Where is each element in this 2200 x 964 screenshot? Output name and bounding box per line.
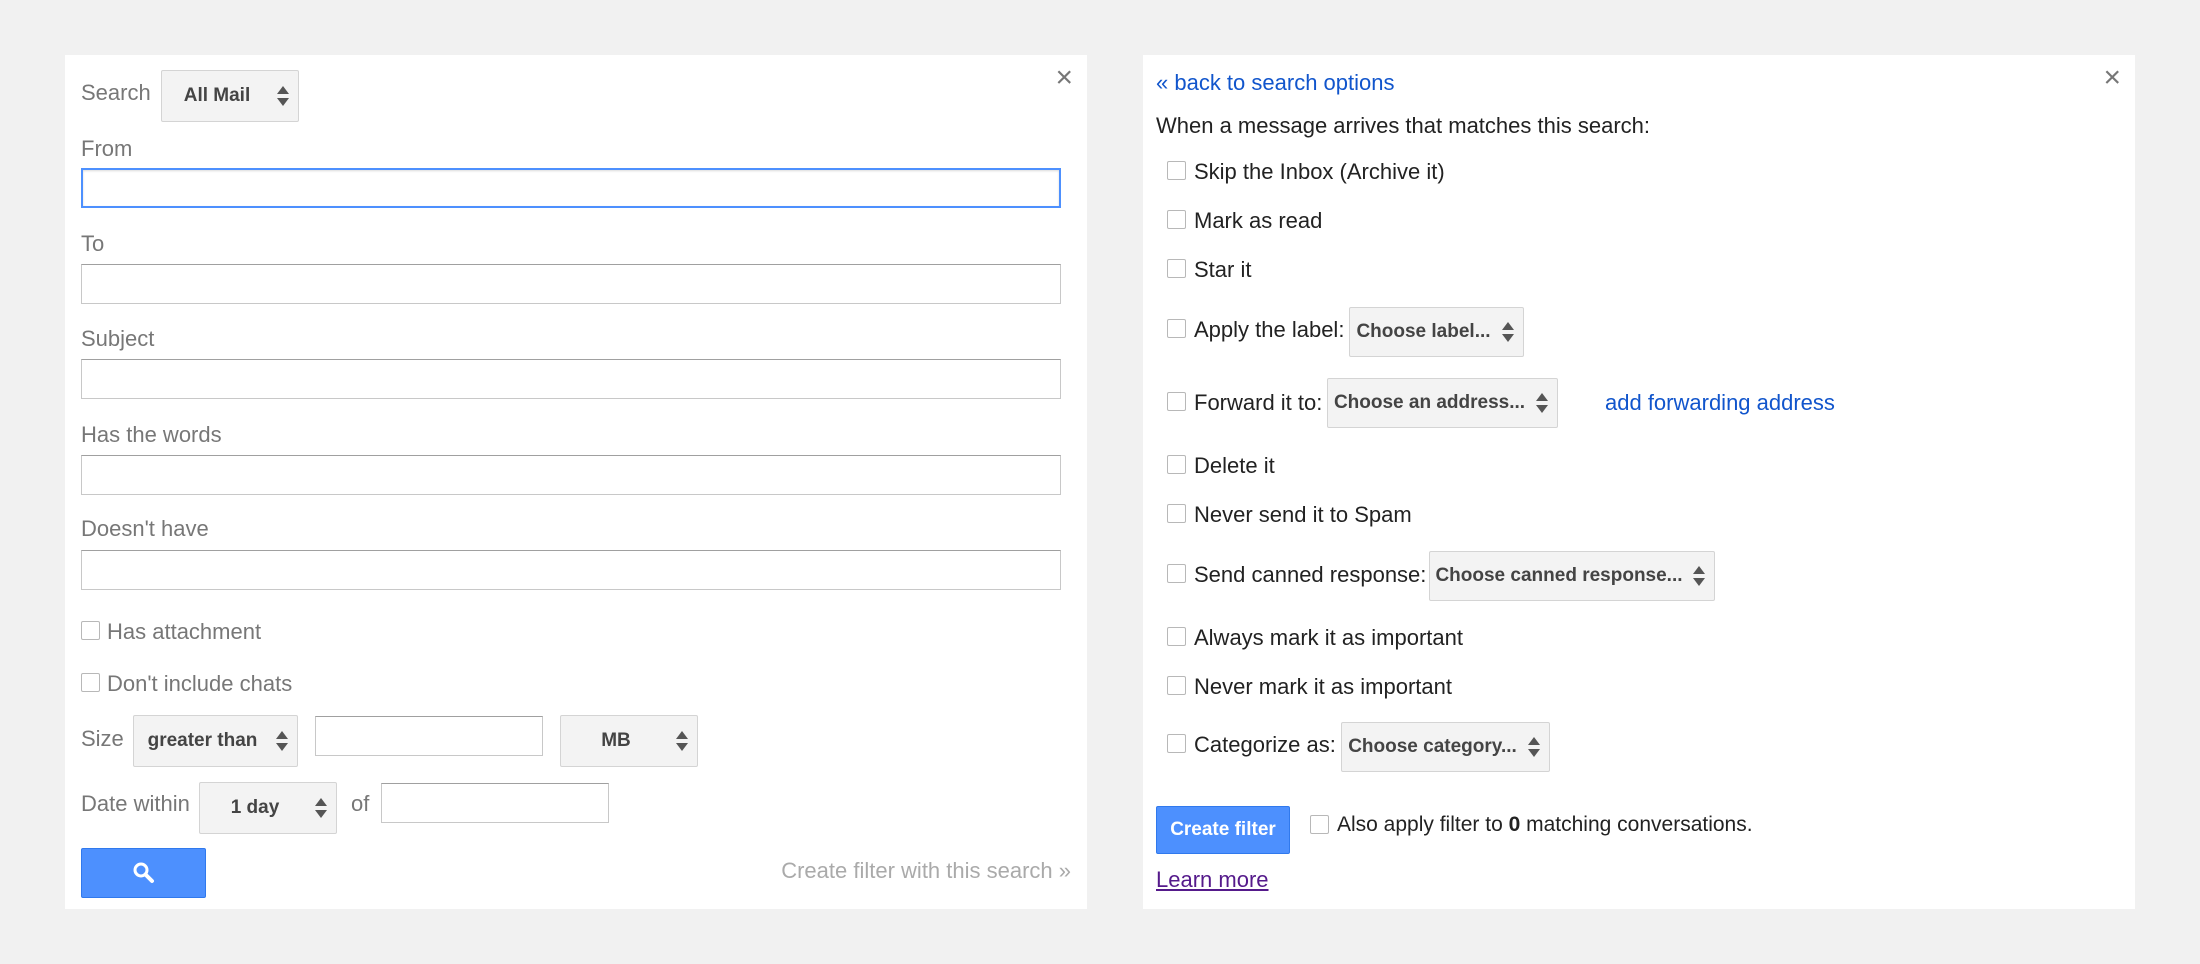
canned-response-checkbox[interactable] [1167, 564, 1186, 583]
no-chats-label: Don't include chats [107, 671, 293, 696]
from-field[interactable] [81, 168, 1061, 208]
never-important-checkbox[interactable] [1167, 676, 1186, 695]
size-label: Size [81, 726, 124, 751]
date-field[interactable] [381, 783, 609, 823]
forward-address-select[interactable]: Choose an address... [1327, 378, 1558, 428]
never-spam-label: Never send it to Spam [1194, 502, 1412, 527]
star-label: Star it [1194, 257, 1252, 282]
size-operator-select[interactable]: greater than [133, 715, 298, 767]
search-scope-label: Search [81, 80, 151, 105]
learn-more-link[interactable]: Learn more [1156, 867, 1269, 893]
star-checkbox[interactable] [1167, 259, 1186, 278]
always-important-label: Always mark it as important [1194, 625, 1463, 650]
create-filter-button[interactable]: Create filter [1156, 806, 1290, 854]
category-select[interactable]: Choose category... [1341, 722, 1550, 772]
also-apply-suffix: matching conversations. [1520, 813, 1753, 836]
subject-label: Subject [81, 326, 155, 351]
canned-response-label: Send canned response: [1194, 562, 1427, 587]
canned-response-select[interactable]: Choose canned response... [1429, 551, 1715, 601]
category-select-value: Choose category... [1348, 736, 1517, 757]
search-button[interactable] [81, 848, 206, 898]
forward-checkbox[interactable] [1167, 392, 1186, 411]
also-apply-prefix: Also apply filter to [1337, 813, 1509, 836]
has-words-field[interactable] [81, 455, 1061, 495]
filter-actions-panel: × « back to search options When a messag… [1143, 55, 2135, 909]
matching-count: 0 [1508, 813, 1521, 836]
also-apply-label: Also apply filter to 0 matching conversa… [1337, 813, 1753, 837]
close-icon[interactable]: × [2103, 63, 2121, 93]
select-arrows-icon [1528, 736, 1540, 758]
date-within-value: 1 day [230, 797, 280, 818]
skip-inbox-label: Skip the Inbox (Archive it) [1194, 159, 1445, 184]
size-value-field[interactable] [315, 716, 543, 756]
search-icon [133, 862, 154, 883]
mark-read-checkbox[interactable] [1167, 210, 1186, 229]
canned-response-value: Choose canned response... [1435, 565, 1683, 586]
from-label: From [81, 136, 133, 161]
delete-label: Delete it [1194, 453, 1275, 478]
mark-read-label: Mark as read [1194, 208, 1323, 233]
forward-address-value: Choose an address... [1333, 392, 1526, 413]
of-label: of [351, 791, 370, 816]
always-important-checkbox[interactable] [1167, 627, 1186, 646]
create-filter-link[interactable]: Create filter with this search » [781, 858, 1071, 884]
size-operator-value: greater than [147, 730, 258, 751]
filter-heading: When a message arrives that matches this… [1156, 113, 1650, 138]
subject-field[interactable] [81, 359, 1061, 399]
has-attachment-label: Has attachment [107, 619, 262, 644]
forward-label: Forward it to: [1194, 390, 1323, 415]
select-arrows-icon [1536, 392, 1548, 414]
no-chats-checkbox[interactable] [81, 673, 100, 692]
skip-inbox-checkbox[interactable] [1167, 161, 1186, 180]
date-within-label: Date within [81, 791, 190, 816]
categorize-label: Categorize as: [1194, 732, 1336, 757]
size-unit-value: MB [601, 730, 631, 751]
search-options-panel: × Search All Mail From To Subject Has th… [65, 55, 1087, 909]
to-field[interactable] [81, 264, 1061, 304]
select-arrows-icon [1502, 321, 1514, 343]
select-arrows-icon [1693, 565, 1705, 587]
date-within-select[interactable]: 1 day [199, 782, 337, 834]
back-to-search-link[interactable]: « back to search options [1156, 70, 1394, 96]
doesnt-have-label: Doesn't have [81, 516, 209, 541]
delete-checkbox[interactable] [1167, 455, 1186, 474]
select-arrows-icon [276, 730, 288, 752]
apply-label-checkbox[interactable] [1167, 319, 1186, 338]
has-words-label: Has the words [81, 422, 222, 447]
label-select-value: Choose label... [1356, 321, 1491, 342]
never-important-label: Never mark it as important [1194, 674, 1452, 699]
never-spam-checkbox[interactable] [1167, 504, 1186, 523]
has-attachment-checkbox[interactable] [81, 621, 100, 640]
add-forwarding-address-link[interactable]: add forwarding address [1605, 390, 1835, 416]
close-icon[interactable]: × [1055, 63, 1073, 93]
categorize-checkbox[interactable] [1167, 734, 1186, 753]
search-scope-select[interactable]: All Mail [161, 70, 299, 122]
label-select[interactable]: Choose label... [1349, 307, 1524, 357]
select-arrows-icon [315, 797, 327, 819]
select-arrows-icon [277, 85, 289, 107]
to-label: To [81, 231, 105, 256]
doesnt-have-field[interactable] [81, 550, 1061, 590]
also-apply-checkbox[interactable] [1310, 815, 1329, 834]
apply-label-label: Apply the label: [1194, 317, 1345, 342]
size-unit-select[interactable]: MB [560, 715, 698, 767]
search-scope-value: All Mail [183, 85, 251, 106]
select-arrows-icon [676, 730, 688, 752]
